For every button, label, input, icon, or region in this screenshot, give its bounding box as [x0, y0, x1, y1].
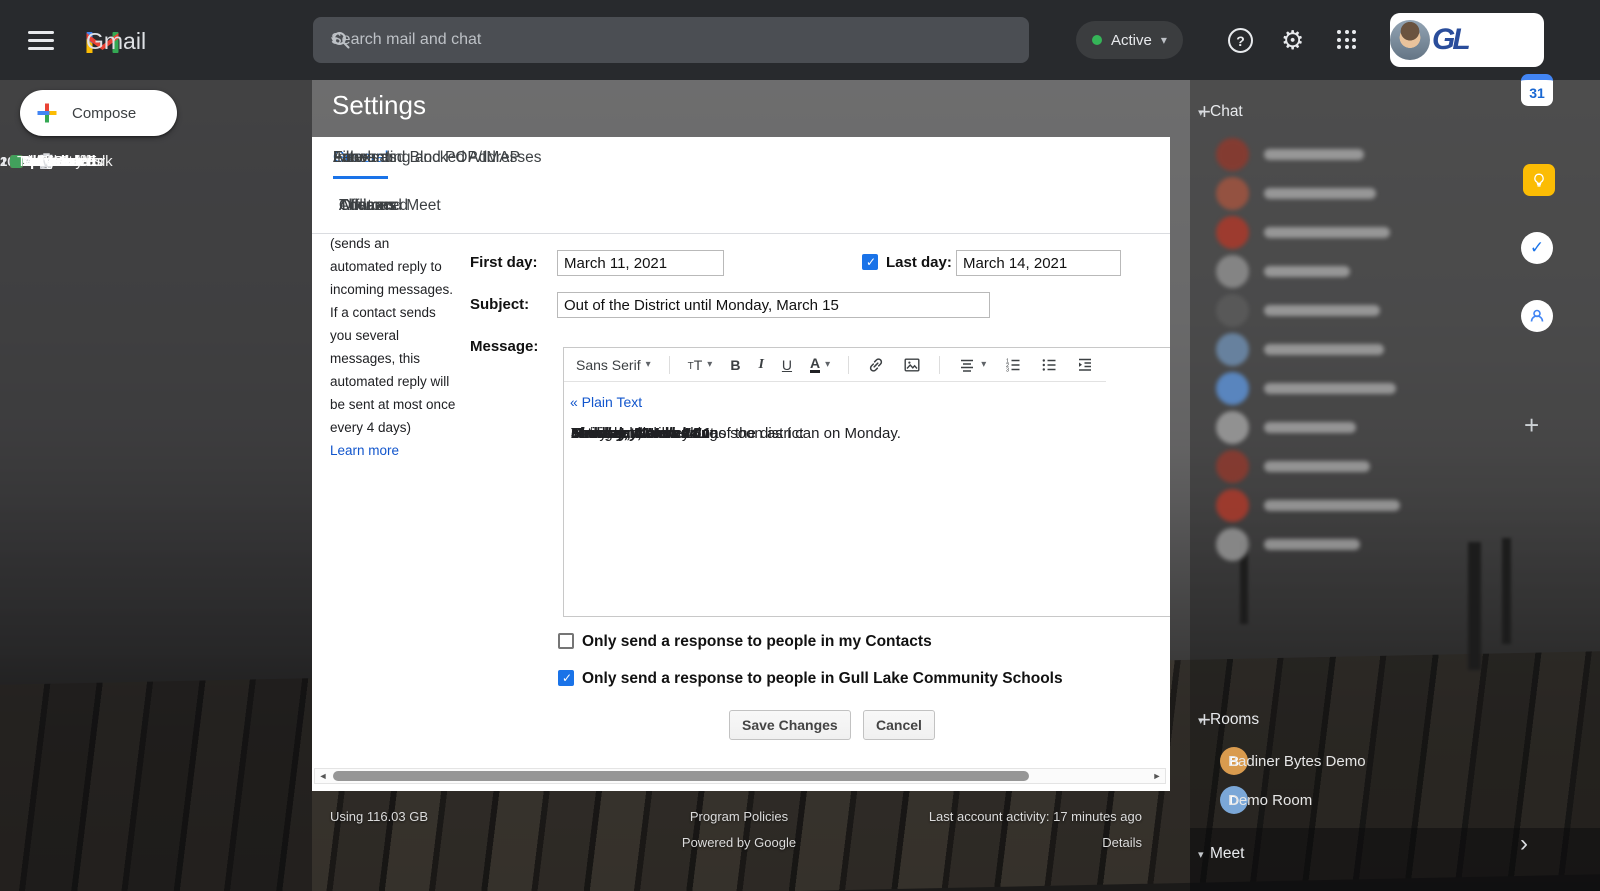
blurred-contact-name	[1264, 422, 1356, 433]
search-options-caret-icon[interactable]: ▾	[331, 32, 338, 48]
new-room-plus-icon[interactable]: +	[1198, 707, 1211, 733]
contact-avatar	[1216, 372, 1249, 405]
gmail-logo: Gmail	[86, 26, 146, 56]
contact-avatar	[1216, 411, 1249, 444]
domain-only-label: Only send a response to people in Gull L…	[582, 670, 1063, 687]
chevron-down-icon[interactable]: ▾	[1198, 848, 1204, 861]
search-bar[interactable]: ▾	[313, 17, 1029, 63]
chat-contact-row[interactable]	[1212, 450, 1492, 484]
storage-usage: Using 116.03 GB	[330, 809, 429, 824]
last-account-activity: Last account activity: 17 minutes ago	[928, 809, 1142, 824]
top-bar: Gmail ▾ Active ▾ ? ⚙ GL	[0, 0, 1600, 80]
settings-gear-icon[interactable]: ⚙	[1281, 25, 1304, 56]
room-item[interactable]: D Demo Room	[1212, 783, 1492, 817]
chat-contact-list	[0, 138, 1600, 578]
save-changes-button[interactable]: Save Changes	[729, 710, 851, 740]
chat-contact-row[interactable]	[1212, 177, 1492, 211]
chat-contact-row[interactable]	[1212, 255, 1492, 289]
blurred-contact-name	[1264, 539, 1360, 550]
blurred-contact-name	[1264, 383, 1396, 394]
contact-avatar	[1216, 255, 1249, 288]
contact-avatar	[1216, 489, 1249, 522]
user-avatar[interactable]	[1390, 20, 1430, 60]
cancel-button[interactable]: Cancel	[863, 710, 935, 740]
caret-down-icon: ▾	[1160, 33, 1167, 47]
blurred-contact-name	[1264, 266, 1350, 277]
chat-section-header: ▾ Chat +	[1198, 98, 1468, 126]
contacts-only-label: Only send a response to people in my Con…	[582, 633, 932, 650]
workspace-logo-box: GL	[1390, 13, 1544, 67]
scrollbar-thumb[interactable]	[333, 771, 1029, 781]
org-logo: GL	[1432, 23, 1471, 56]
chat-contact-row[interactable]	[1212, 528, 1492, 562]
chat-contact-row[interactable]	[1212, 411, 1492, 445]
meet-section-header: ▾ Meet	[1198, 840, 1468, 868]
domain-only-checkbox[interactable]	[558, 670, 574, 686]
details-link[interactable]: Details	[1002, 835, 1142, 850]
chat-contact-row[interactable]	[1212, 489, 1492, 523]
contact-avatar	[1216, 177, 1249, 210]
status-selector[interactable]: Active ▾	[1076, 21, 1183, 59]
chat-contact-row[interactable]	[1212, 294, 1492, 328]
active-status-dot-icon	[1092, 35, 1102, 45]
powered-by-text: Powered by Google	[681, 835, 797, 850]
horizontal-scrollbar[interactable]: ◄ ►	[314, 768, 1166, 784]
new-chat-plus-icon[interactable]: +	[1198, 99, 1211, 125]
program-policies-link[interactable]: Program Policies	[639, 809, 839, 824]
main-menu-icon[interactable]	[28, 31, 54, 50]
compose-label: Compose	[72, 104, 137, 122]
blurred-contact-name	[1264, 461, 1370, 472]
room-name: Demo Room	[1228, 791, 1313, 809]
blurred-contact-name	[1264, 344, 1384, 355]
contact-avatar	[1216, 216, 1249, 249]
tasks-app-icon[interactable]: ✓	[1521, 232, 1553, 264]
meet-header-title: Meet	[1210, 845, 1245, 862]
contact-avatar	[1216, 528, 1249, 561]
collapse-panel-chevron-icon[interactable]: ›	[1520, 830, 1528, 858]
blurred-contact-name	[1264, 188, 1376, 199]
scroll-left-arrow-icon[interactable]: ◄	[315, 771, 331, 781]
chat-contact-row[interactable]	[1212, 216, 1492, 250]
scroll-right-arrow-icon[interactable]: ►	[1149, 771, 1165, 781]
contact-avatar	[1216, 138, 1249, 171]
help-icon[interactable]: ?	[1228, 28, 1253, 53]
blurred-contact-name	[1264, 227, 1390, 238]
blurred-contact-name	[1264, 500, 1400, 511]
blurred-contact-name	[1264, 305, 1380, 316]
compose-button[interactable]: Compose	[20, 90, 177, 136]
gmail-wordmark: Gmail	[86, 27, 147, 54]
room-item[interactable]: B Badiner Bytes Demo	[1212, 744, 1492, 778]
chat-contact-row[interactable]	[1212, 333, 1492, 367]
apps-grid-icon[interactable]	[1337, 30, 1357, 50]
search-input[interactable]	[331, 31, 538, 49]
chat-contact-row[interactable]	[1212, 372, 1492, 406]
calendar-app-icon[interactable]: 31	[1521, 74, 1553, 106]
chat-header-title: Chat	[1210, 103, 1243, 120]
contact-avatar	[1216, 294, 1249, 327]
get-add-ons-plus-icon[interactable]: +	[1524, 410, 1539, 441]
status-label: Active	[1111, 31, 1152, 49]
room-name: Badiner Bytes Demo	[1228, 752, 1366, 770]
contacts-only-checkbox[interactable]	[558, 633, 574, 649]
keep-app-icon[interactable]	[1523, 164, 1555, 196]
contact-avatar	[1216, 333, 1249, 366]
contact-avatar	[1216, 450, 1249, 483]
google-plus-icon	[37, 103, 57, 123]
contacts-app-icon[interactable]	[1521, 300, 1553, 332]
rooms-header-title: Rooms	[1210, 711, 1260, 728]
blurred-contact-name	[1264, 149, 1364, 160]
chat-contact-row[interactable]	[1212, 138, 1492, 172]
screen: Gmail ▾ Active ▾ ? ⚙ GL	[0, 0, 1600, 891]
page-title: Settings	[332, 90, 426, 120]
rooms-section-header: ▾ Rooms +	[1198, 706, 1468, 734]
